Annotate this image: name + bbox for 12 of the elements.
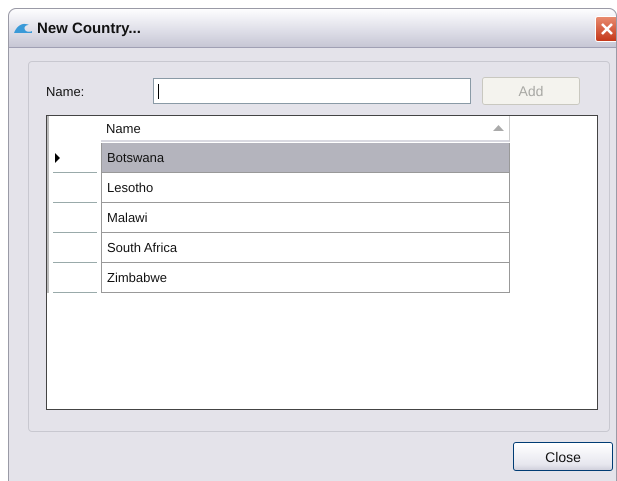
close-icon[interactable] [595,16,616,42]
name-input-field[interactable] [153,78,471,104]
window-title: New Country... [37,20,141,36]
close-button[interactable]: Close [513,442,613,471]
column-header[interactable]: Name [101,116,510,142]
table-cell[interactable]: Botswana [101,143,510,173]
wave-icon [14,22,32,34]
table-cell[interactable]: Zimbabwe [101,263,510,293]
table-cell[interactable]: South Africa [101,233,510,263]
field-label: Name: [46,84,86,98]
table-cell[interactable]: Lesotho [101,173,510,203]
table-cell[interactable]: Malawi [101,203,510,233]
